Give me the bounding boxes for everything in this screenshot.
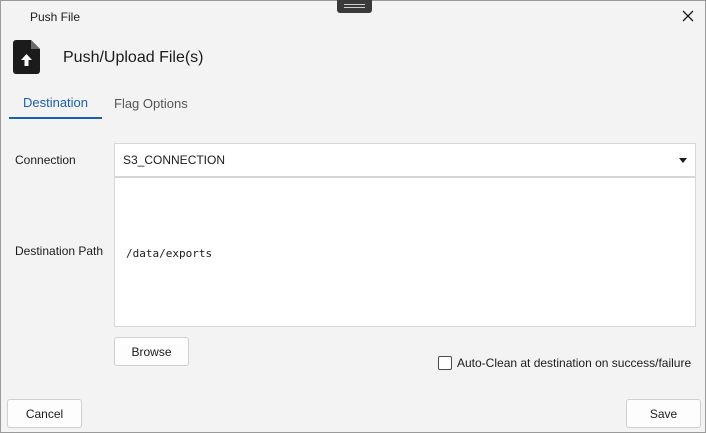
push-file-dialog: Push File Push/Upload File(s) Destinatio… xyxy=(0,0,706,433)
connection-select[interactable]: S3_CONNECTION xyxy=(114,143,696,177)
save-button-label: Save xyxy=(649,406,678,421)
window-title: Push File xyxy=(30,10,81,24)
browse-button-label: Browse xyxy=(131,344,172,359)
cancel-button-label: Cancel xyxy=(25,406,64,421)
close-button[interactable] xyxy=(677,6,699,26)
cancel-button[interactable]: Cancel xyxy=(7,399,82,428)
dialog-heading: Push/Upload File(s) xyxy=(63,49,204,66)
save-button[interactable]: Save xyxy=(626,399,701,428)
close-icon xyxy=(682,10,694,22)
destination-path-value: /data/exports xyxy=(126,247,213,260)
auto-clean-label: Auto-Clean at destination on success/fai… xyxy=(457,356,692,370)
destination-path-field[interactable]: /data/exports xyxy=(114,177,696,327)
auto-clean-checkbox[interactable] xyxy=(438,356,452,370)
browse-button[interactable]: Browse xyxy=(114,337,189,366)
tab-flag-options-label: Flag Options xyxy=(114,96,188,111)
tab-flag-options[interactable]: Flag Options xyxy=(102,87,200,119)
dialog-header xyxy=(13,39,41,75)
auto-clean-option[interactable]: Auto-Clean at destination on success/fai… xyxy=(438,356,691,370)
tab-destination-label: Destination xyxy=(22,95,89,110)
dropdown-arrow-icon xyxy=(679,158,687,163)
file-upload-icon xyxy=(13,40,40,74)
title-bar: Push File xyxy=(1,1,705,31)
tab-bar: Destination Flag Options xyxy=(9,87,200,119)
connection-label: Connection xyxy=(15,153,76,167)
tab-destination[interactable]: Destination xyxy=(9,87,102,119)
connection-select-value: S3_CONNECTION xyxy=(123,153,226,167)
destination-path-label: Destination Path xyxy=(15,244,104,258)
